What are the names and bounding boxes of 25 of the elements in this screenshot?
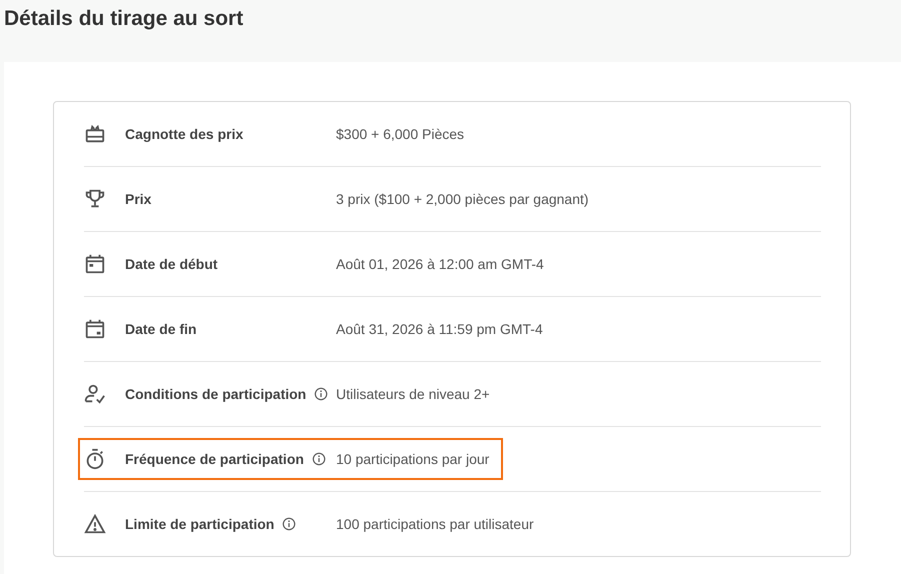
warning-icon	[84, 513, 106, 535]
detail-label: Cagnotte des prix	[125, 126, 244, 142]
calendar-icon	[84, 318, 106, 340]
detail-label: Limite de participation	[125, 516, 274, 532]
detail-label: Conditions de participation	[125, 386, 306, 402]
detail-value: 100 participations par utilisateur	[336, 516, 534, 532]
calendar-icon	[84, 253, 106, 275]
detail-label: Prix	[125, 191, 152, 207]
detail-label: Date de début	[125, 256, 218, 272]
detail-label: Date de fin	[125, 321, 197, 337]
detail-value: $300 + 6,000 Pièces	[336, 126, 464, 142]
detail-value: Août 31, 2026 à 11:59 pm GMT-4	[336, 321, 543, 337]
detail-label: Fréquence de participation	[125, 451, 304, 467]
detail-value: Août 01, 2026 à 12:00 am GMT-4	[336, 256, 544, 272]
info-icon[interactable]	[314, 387, 328, 401]
page-title: Détails du tirage au sort	[4, 8, 244, 32]
gift-icon	[84, 123, 106, 145]
detail-value: 3 prix ($100 + 2,000 pièces par gagnant)	[336, 191, 589, 207]
info-icon[interactable]	[312, 452, 326, 466]
user-check-icon	[84, 383, 106, 405]
info-icon[interactable]	[282, 517, 296, 531]
stopwatch-icon	[84, 448, 106, 470]
trophy-icon	[84, 188, 106, 210]
detail-value: 10 participations par jour	[336, 451, 490, 467]
detail-value: Utilisateurs de niveau 2+	[336, 386, 490, 402]
